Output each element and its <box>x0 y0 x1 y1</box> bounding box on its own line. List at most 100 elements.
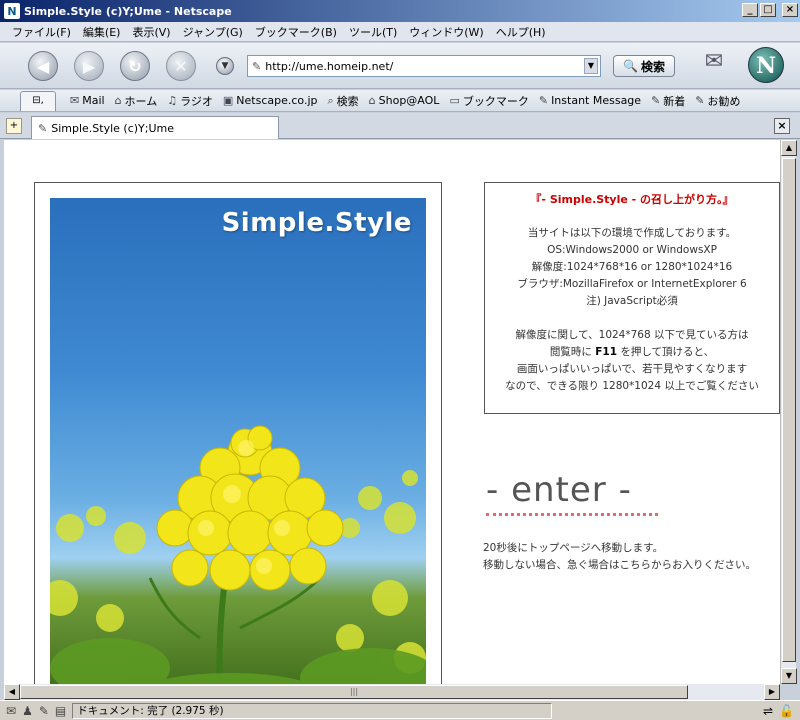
bookmark-icon: ✎ <box>695 94 705 107</box>
radio-icon: ♫ <box>167 94 178 107</box>
ptool-mail[interactable]: ✉ Mail <box>70 94 105 107</box>
new-tab-button[interactable]: + <box>6 118 22 134</box>
info-line: 解像度:1024*768*16 or 1280*1024*16 <box>531 261 733 273</box>
ptool-bookmarks[interactable]: ▭ ブックマーク <box>449 93 528 109</box>
scroll-left-button[interactable]: ◀ <box>4 684 20 700</box>
back-button[interactable]: ◀ <box>28 51 58 81</box>
url-text: http://ume.homeip.net/ <box>265 59 394 73</box>
address-book-icon[interactable]: ▤ <box>55 704 66 718</box>
bookmark-icon: ✎ <box>651 94 661 107</box>
window-title: Simple.Style (c)Y;Ume - Netscape <box>24 4 232 18</box>
status-bar: ✉ ♟ ✎ ▤ ドキュメント: 完了 (2.975 秒) ⇌ 🔓 <box>0 700 800 720</box>
netscape-app-icon[interactable]: N <box>4 3 20 19</box>
ptool-netscape[interactable]: ▣ Netscape.co.jp <box>223 94 318 107</box>
info-note: 解像度に関して、1024*768 以下で見ている方は <box>515 329 749 341</box>
menu-window[interactable]: ウィンドウ(W) <box>403 24 489 40</box>
magnifier-icon: 🔍 <box>623 59 638 73</box>
enter-underline <box>486 513 658 516</box>
status-right-icons: ⇌ 🔓 <box>763 704 794 718</box>
info-note: 画面いっぱいいっぱいで、若干見やすくなります <box>516 363 748 375</box>
stop-icon: ✕ <box>174 56 188 76</box>
menu-bar: ファイル(F) 編集(E) 表示(V) ジャンプ(G) ブックマーク(B) ツー… <box>0 22 800 42</box>
close-tab-button[interactable]: × <box>774 118 790 134</box>
rapeseed-flower-photo[interactable]: Simple.Style <box>50 198 426 684</box>
scroll-right-button[interactable]: ▶ <box>764 684 780 700</box>
title-bar: N Simple.Style (c)Y;Ume - Netscape _ □ × <box>0 0 800 22</box>
forward-button[interactable]: ▶ <box>74 51 104 81</box>
composer-icon[interactable]: ✎ <box>39 704 49 718</box>
info-note: なので、できる限り 1280*1024 以上でご覧ください <box>505 380 759 392</box>
menu-bookmarks[interactable]: ブックマーク(B) <box>249 24 343 40</box>
vertical-scroll-thumb[interactable] <box>782 158 796 662</box>
sidebar-toggle-tab[interactable]: ⊟, <box>20 90 56 111</box>
mail-icon: ✉ <box>70 94 80 107</box>
scroll-up-button[interactable]: ▲ <box>781 140 797 156</box>
bookmark-folder-icon: ▭ <box>449 94 460 107</box>
horizontal-scrollbar[interactable]: ◀ ||| ▶ <box>4 684 780 700</box>
page-proxy-icon[interactable]: ✎ <box>252 60 261 73</box>
vertical-scrollbar[interactable]: ▲ ▼ <box>780 140 797 684</box>
status-text: ドキュメント: 完了 (2.975 秒) <box>72 702 553 719</box>
close-window-button[interactable]: × <box>782 3 798 17</box>
ptool-search[interactable]: ⌕ 検索 <box>327 93 358 109</box>
info-line: 当サイトは以下の環境で作成しております。 <box>527 227 737 239</box>
redirect-message: 20秒後にトップページへ移動します。 移動しない場合、急ぐ場合はこちらからお入り… <box>483 540 756 574</box>
search-button[interactable]: 🔍 検索 <box>613 55 675 77</box>
search-icon: ⌕ <box>327 93 334 107</box>
online-status-icon[interactable]: ⇌ <box>763 704 773 718</box>
site-brand-logo: Simple.Style <box>221 208 412 238</box>
forward-arrow-icon: ▶ <box>82 56 96 76</box>
back-arrow-icon: ◀ <box>36 56 50 76</box>
info-note: 閲覧時に F11 を押して頂けると、 <box>549 346 715 358</box>
ptool-radio[interactable]: ♫ ラジオ <box>167 93 213 109</box>
security-lock-icon[interactable]: 🔓 <box>779 704 794 718</box>
personal-toolbar: ⊟, ✉ Mail ⌂ ホーム ♫ ラジオ ▣ Netscape.co.jp ⌕ 検索 ⌂… <box>0 90 800 112</box>
menu-edit[interactable]: 編集(E) <box>77 24 127 40</box>
window-controls: _ □ × <box>742 3 798 17</box>
maximize-button[interactable]: □ <box>760 3 776 17</box>
url-dropdown-button[interactable]: ▼ <box>584 58 598 74</box>
ptool-shop[interactable]: ⌂ Shop@AOL <box>369 94 440 107</box>
navigation-toolbar: ◀ ▶ ↻ ✕ ▼ ✎ http://ume.homeip.net/ ▼ 🔍 検… <box>0 43 800 89</box>
flower-illustration <box>50 425 426 684</box>
info-line: ブラウザ:MozillaFirefox or InternetExplorer … <box>517 278 747 290</box>
tab-title: Simple.Style (c)Y;Ume <box>51 121 174 135</box>
netscape-logo[interactable]: N <box>748 47 784 83</box>
ptool-home[interactable]: ⌂ ホーム <box>115 93 158 109</box>
ptool-recommend[interactable]: ✎ お勧め <box>695 93 740 109</box>
stop-button[interactable]: ✕ <box>166 51 196 81</box>
menu-tools[interactable]: ツール(T) <box>343 24 403 40</box>
aim-icon[interactable]: ♟ <box>22 704 33 718</box>
my-netscape-icon: ▣ <box>222 94 234 107</box>
mail-throbber-icon[interactable]: ✉ <box>696 49 732 83</box>
url-area: ▼ ✎ http://ume.homeip.net/ ▼ <box>216 55 606 77</box>
redirect-line: 20秒後にトップページへ移動します。 <box>483 542 664 554</box>
go-button[interactable]: ▼ <box>216 57 234 75</box>
url-field[interactable]: ✎ http://ume.homeip.net/ ▼ <box>247 55 601 77</box>
scroll-down-button[interactable]: ▼ <box>781 668 797 684</box>
reload-icon: ↻ <box>128 56 142 76</box>
ptool-new[interactable]: ✎ 新着 <box>651 93 685 109</box>
menu-go[interactable]: ジャンプ(G) <box>177 24 249 40</box>
info-line: 注) JavaScript必須 <box>586 295 678 307</box>
tab-simple-style[interactable]: ✎ Simple.Style (c)Y;Ume <box>31 116 279 139</box>
menu-view[interactable]: 表示(V) <box>126 24 176 40</box>
search-button-label: 検索 <box>640 59 665 74</box>
enter-link[interactable]: - enter - <box>486 470 632 510</box>
menu-file[interactable]: ファイル(F) <box>6 24 77 40</box>
info-heading: 『- Simple.Style - の召し上がり方。』 <box>530 193 734 206</box>
usage-info-box: 『- Simple.Style - の召し上がり方。』 当サイトは以下の環境で作… <box>484 182 780 414</box>
home-icon: ⌂ <box>114 94 122 107</box>
mail-status-icon[interactable]: ✉ <box>6 704 16 718</box>
minimize-button[interactable]: _ <box>742 3 758 17</box>
bookmark-icon: ✎ <box>538 94 549 107</box>
redirect-link[interactable]: 移動しない場合、急ぐ場合はこちらからお入りください。 <box>483 557 756 574</box>
info-line: OS:Windows2000 or WindowsXP <box>547 244 717 256</box>
reload-button[interactable]: ↻ <box>120 51 150 81</box>
f11-key-label: F11 <box>595 346 618 358</box>
shop-icon: ⌂ <box>368 94 376 107</box>
horizontal-scroll-thumb[interactable]: ||| <box>20 685 688 699</box>
menu-help[interactable]: ヘルプ(H) <box>490 24 552 40</box>
ptool-instant-message[interactable]: ✎ Instant Message <box>539 94 641 107</box>
page-icon: ✎ <box>38 121 48 135</box>
